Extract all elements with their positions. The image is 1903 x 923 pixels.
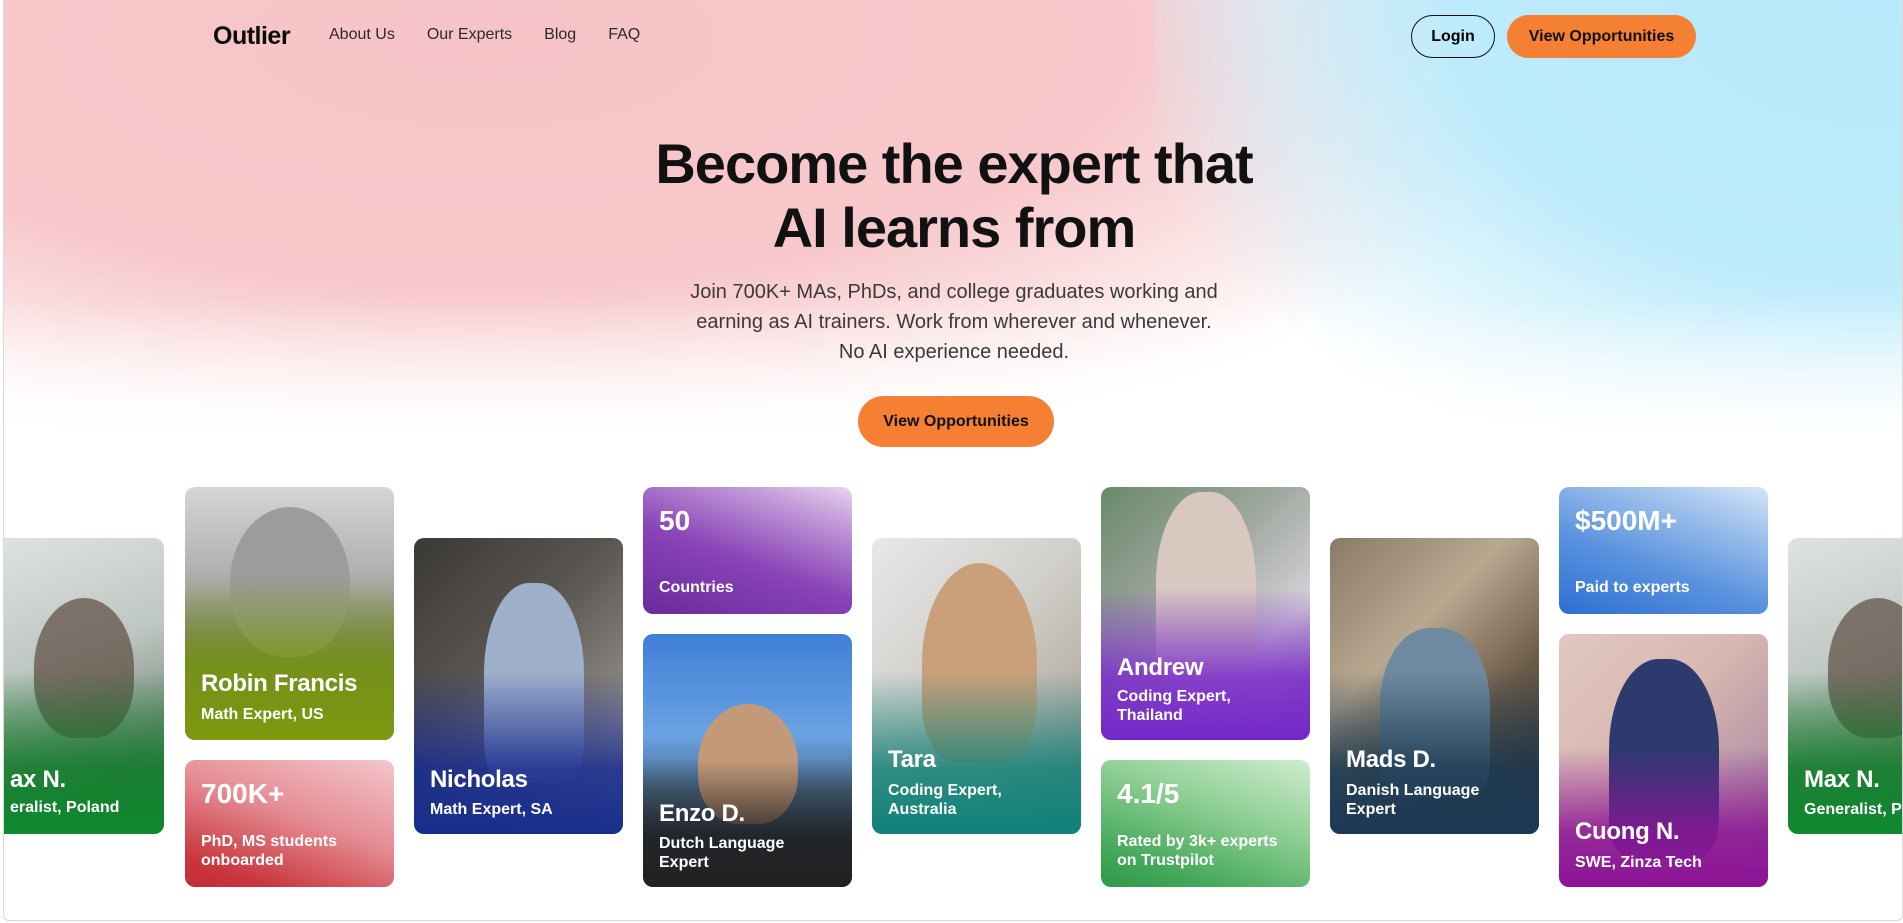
card-overlay bbox=[1559, 634, 1768, 887]
expert-card-robin-francis[interactable]: Robin Francis Math Expert, US bbox=[185, 487, 394, 740]
hero-subtitle-line-3: No AI experience needed. bbox=[838, 341, 1070, 363]
top-nav: Outlier About Us Our Experts Blog FAQ Lo… bbox=[4, 0, 1902, 72]
expert-card-tara[interactable]: Tara Coding Expert, Australia bbox=[872, 538, 1081, 834]
page-frame: Outlier About Us Our Experts Blog FAQ Lo… bbox=[3, 0, 1903, 921]
nav-link-faq[interactable]: FAQ bbox=[608, 26, 640, 44]
expert-role-line-2: Thailand bbox=[1117, 707, 1183, 724]
stat-value: $500M+ bbox=[1575, 505, 1677, 536]
hero-subtitle-line-1: Join 700K+ MAs, PhDs, and college gradua… bbox=[690, 281, 1218, 303]
expert-name: Nicholas bbox=[430, 766, 528, 793]
expert-role: Math Expert, US bbox=[201, 706, 324, 723]
expert-card-cuong[interactable]: Cuong N. SWE, Zinza Tech bbox=[1559, 634, 1768, 887]
outlier-logo[interactable]: Outlier bbox=[213, 22, 291, 51]
stat-description-line-1: PhD, MS students bbox=[201, 833, 338, 850]
view-opportunities-hero-button[interactable]: View Opportunities bbox=[858, 396, 1054, 447]
expert-name: Andrew bbox=[1117, 654, 1204, 681]
nav-link-our-experts[interactable]: Our Experts bbox=[427, 26, 512, 44]
expert-card-nicholas[interactable]: Nicholas Math Expert, SA bbox=[414, 538, 623, 834]
stat-description: Paid to experts bbox=[1575, 579, 1690, 596]
expert-name: Max N. bbox=[1804, 766, 1880, 793]
card-overlay bbox=[185, 487, 394, 740]
expert-name: Robin Francis bbox=[201, 670, 358, 697]
expert-card-max-left[interactable]: ax N. eralist, Poland bbox=[4, 538, 164, 834]
expert-role-line-2: Expert bbox=[1346, 801, 1396, 818]
hero-title-line-1: Become the expert that bbox=[655, 132, 1253, 195]
hero-subtitle: Join 700K+ MAs, PhDs, and college gradua… bbox=[664, 277, 1244, 367]
expert-role: Generalist, P bbox=[1804, 801, 1902, 818]
stat-description: Countries bbox=[659, 579, 734, 596]
hero-subtitle-line-2: earning as AI trainers. Work from wherev… bbox=[696, 311, 1212, 333]
expert-name: Mads D. bbox=[1346, 746, 1436, 773]
hero-title-line-2: AI learns from bbox=[772, 196, 1137, 259]
expert-role: eralist, Poland bbox=[10, 799, 120, 816]
expert-card-andrew[interactable]: Andrew Coding Expert, Thailand bbox=[1101, 487, 1310, 740]
expert-name: ax N. bbox=[10, 766, 66, 793]
login-button[interactable]: Login bbox=[1411, 15, 1495, 58]
expert-role: Math Expert, SA bbox=[430, 801, 553, 818]
stat-card-trustpilot: 4.1/5 Rated by 3k+ experts on Trustpilot bbox=[1101, 760, 1310, 887]
expert-role-line-2: Expert bbox=[659, 854, 709, 871]
stat-card-700k: 700K+ PhD, MS students onboarded bbox=[185, 760, 394, 887]
expert-name: Tara bbox=[888, 746, 936, 773]
stat-value: 50 bbox=[659, 505, 691, 536]
nav-links: About Us Our Experts Blog FAQ bbox=[329, 26, 640, 44]
stat-card-countries: 50 Countries bbox=[643, 487, 852, 614]
nav-link-blog[interactable]: Blog bbox=[544, 26, 576, 44]
expert-role-line-2: Australia bbox=[888, 801, 957, 818]
view-opportunities-nav-button[interactable]: View Opportunities bbox=[1507, 15, 1696, 58]
expert-role-line-1: Danish Language bbox=[1346, 782, 1480, 799]
stat-value: 700K+ bbox=[201, 778, 285, 809]
expert-name: Enzo D. bbox=[659, 800, 745, 827]
hero-title: Become the expert that AI learns from bbox=[4, 132, 1902, 260]
nav-link-about-us[interactable]: About Us bbox=[329, 26, 395, 44]
expert-card-mads[interactable]: Mads D. Danish Language Expert bbox=[1330, 538, 1539, 834]
stat-description-line-2: on Trustpilot bbox=[1117, 852, 1214, 869]
expert-card-enzo[interactable]: Enzo D. Dutch Language Expert bbox=[643, 634, 852, 887]
expert-role-line-1: Coding Expert, bbox=[1117, 688, 1231, 705]
stat-card-paid: $500M+ Paid to experts bbox=[1559, 487, 1768, 614]
stat-value: 4.1/5 bbox=[1117, 778, 1180, 809]
expert-role-line-1: Dutch Language bbox=[659, 835, 785, 852]
expert-role-line-1: Coding Expert, bbox=[888, 782, 1002, 799]
stat-description-line-2: onboarded bbox=[201, 852, 284, 869]
expert-name: Cuong N. bbox=[1575, 818, 1680, 845]
expert-role: SWE, Zinza Tech bbox=[1575, 854, 1702, 871]
stat-description-line-1: Rated by 3k+ experts bbox=[1117, 833, 1278, 850]
expert-card-max-right[interactable]: Max N. Generalist, P bbox=[1788, 538, 1902, 834]
